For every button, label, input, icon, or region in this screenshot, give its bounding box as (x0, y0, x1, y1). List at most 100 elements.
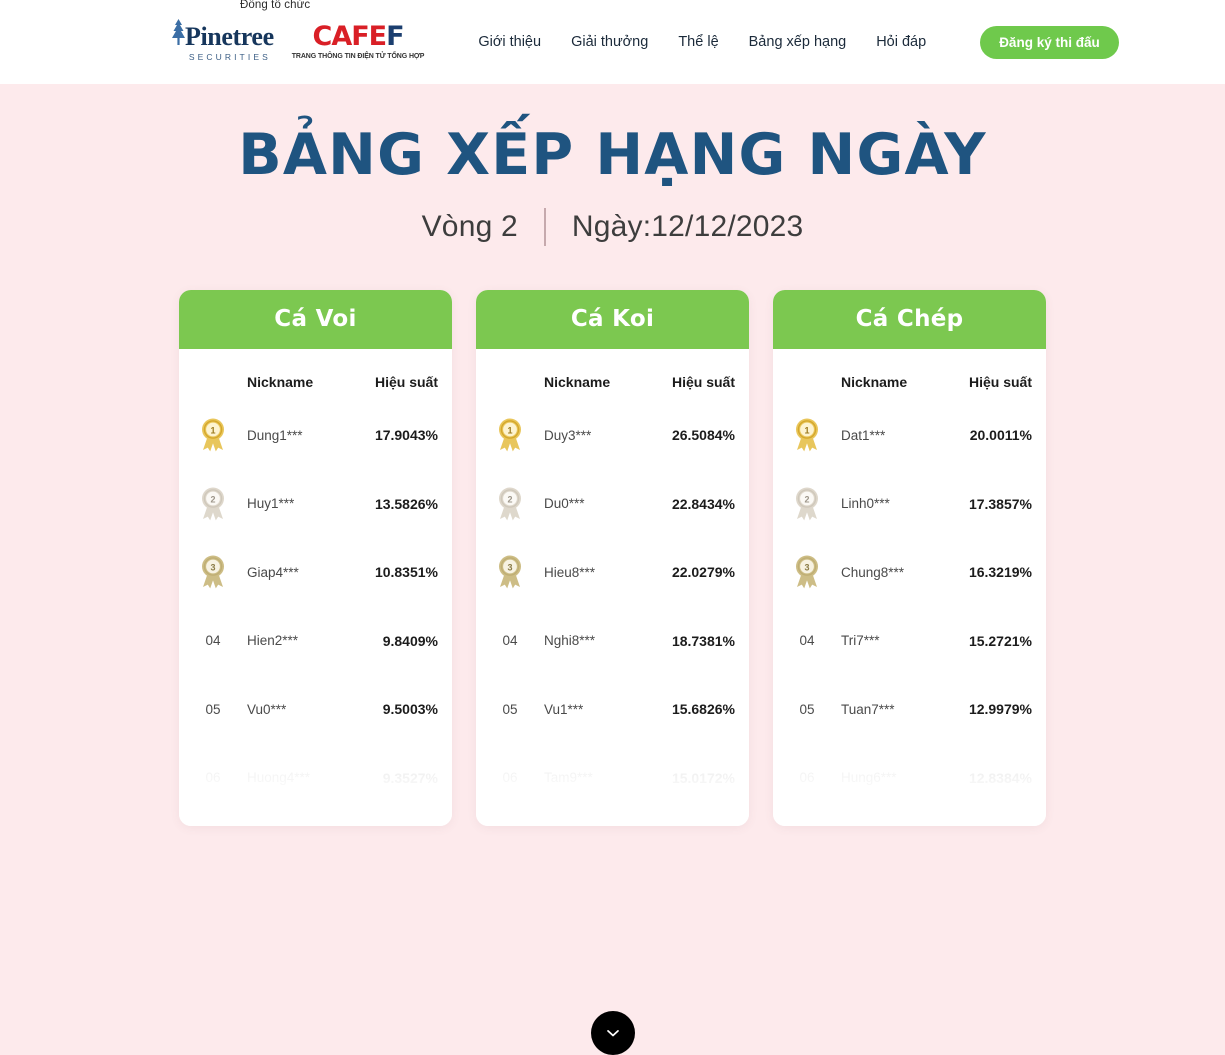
leaderboard-row[interactable]: 06 Huong4*** 9.3527% (179, 743, 452, 812)
leaderboard-row[interactable]: 3 Hieu8*** 22.0279% (476, 538, 749, 607)
leaderboard-row[interactable]: 3 Chung8*** 16.3219% (773, 538, 1046, 607)
column-header-nickname: Nickname (544, 373, 611, 390)
leaderboard-row[interactable]: 05 Vu0*** 9.5003% (179, 675, 452, 744)
nickname-cell: Duy3*** (544, 427, 592, 443)
leaderboard-card-body: Nickname Hiệu suất 1 Dat1*** 20.0011% 2 (773, 349, 1046, 826)
leaderboard-row[interactable]: 04 Tri7*** 15.2721% (773, 606, 1046, 675)
rank-number: 04 (205, 633, 221, 649)
leaderboard-row[interactable]: 06 Hung6*** 12.8384% (773, 743, 1046, 812)
scroll-down-button[interactable] (590, 1010, 635, 1055)
leaderboard-row[interactable]: 05 Vu1*** 15.6826% (476, 675, 749, 744)
svg-text:3: 3 (507, 562, 512, 572)
leaderboard-card-header: Cá Chép (773, 289, 1046, 349)
performance-cell: 10.8351% (374, 564, 438, 581)
rank-cell: 04 (476, 633, 544, 648)
leaderboard-row[interactable]: 2 Huy1*** 13.5826% (179, 469, 452, 538)
rank-cell: 06 (476, 770, 544, 785)
leaderboard-row[interactable]: 04 Nghi8*** 18.7381% (476, 606, 749, 675)
rank-cell: 1 (476, 417, 544, 453)
performance-cell: 22.8434% (671, 495, 735, 512)
bronze-medal-icon: 3 (499, 555, 521, 589)
rank-number: 04 (502, 633, 518, 649)
performance-cell: 12.8384% (968, 769, 1032, 786)
leaderboard-title: Cá Koi (570, 306, 655, 333)
performance-cell: 15.6826% (671, 701, 735, 718)
nickname-cell: Dung1*** (247, 427, 303, 443)
performance-cell: 9.8409% (382, 632, 438, 649)
nickname-cell: Dat1*** (841, 427, 886, 443)
co-organizer-label: Đồng tổ chức (240, 0, 311, 11)
nickname-cell: Chung8*** (841, 564, 905, 580)
leaderboard-columns: Cá Voi Nickname Hiệu suất 1 Dung1*** 17.… (0, 289, 1225, 826)
leaderboard-row[interactable]: 1 Dung1*** 17.9043% (179, 401, 452, 470)
gold-medal-icon: 1 (202, 418, 224, 452)
nickname-cell: Giap4*** (247, 564, 299, 580)
nickname-cell: Hieu8*** (544, 564, 596, 580)
nickname-cell: Huong4*** (247, 770, 311, 786)
performance-cell: 16.3219% (968, 564, 1032, 581)
chevron-down-icon (606, 1029, 619, 1037)
performance-cell: 20.0011% (969, 427, 1032, 444)
leaderboard-row[interactable]: 3 Giap4*** 10.8351% (179, 538, 452, 607)
rank-cell: 3 (773, 554, 841, 590)
leaderboard-card: Cá Chép Nickname Hiệu suất 1 Dat1*** 20.… (773, 289, 1046, 826)
nav-item-the-le[interactable]: Thể lệ (678, 34, 718, 50)
column-header-performance: Hiệu suất (968, 373, 1032, 390)
leaderboard-title: Cá Chép (855, 306, 964, 333)
nav-item-bang-xep-hang[interactable]: Bảng xếp hạng (749, 34, 847, 50)
logo-group: Đồng tổ chức Pinetree SECURITIES CAFE F … (172, 0, 425, 62)
cafef-logo[interactable]: CAFE F TRANG THÔNG TIN ĐIỆN TỬ TỔNG HỢP (292, 23, 425, 61)
rank-number: 06 (205, 770, 221, 786)
page-title: BẢNG XẾP HẠNG NGÀY (238, 122, 987, 188)
column-header-nickname: Nickname (841, 373, 908, 390)
subtitle-divider (543, 207, 546, 246)
performance-cell: 22.0279% (671, 564, 735, 581)
rank-cell: 06 (773, 770, 841, 785)
performance-cell: 15.2721% (968, 632, 1032, 649)
cafef-tagline: TRANG THÔNG TIN ĐIỆN TỬ TỔNG HỢP (291, 53, 425, 60)
svg-text:3: 3 (804, 562, 809, 572)
leaderboard-row[interactable]: 2 Linh0*** 17.3857% (773, 469, 1046, 538)
date-label: Ngày:12/12/2023 (571, 209, 804, 243)
round-label: Vòng 2 (421, 209, 518, 243)
nav-item-gioi-thieu[interactable]: Giới thiệu (478, 34, 541, 50)
leaderboard-row[interactable]: 05 Tuan7*** 12.9979% (773, 675, 1046, 744)
leaderboard-row[interactable]: 06 Tam9*** 15.0172% (476, 743, 749, 812)
cafef-wordmark-navy: F (386, 21, 404, 52)
rank-cell: 2 (773, 486, 841, 522)
leaderboard-row[interactable]: 1 Duy3*** 26.5084% (476, 401, 749, 470)
nickname-cell: Nghi8*** (544, 633, 596, 649)
hero-section: BẢNG XẾP HẠNG NGÀY Vòng 2 Ngày:12/12/202… (0, 84, 1225, 246)
svg-text:2: 2 (210, 494, 215, 504)
rank-cell: 1 (179, 417, 247, 453)
rank-number: 04 (799, 633, 815, 649)
site-header: Đồng tổ chức Pinetree SECURITIES CAFE F … (0, 0, 1225, 84)
leaderboard-row[interactable]: 2 Du0*** 22.8434% (476, 469, 749, 538)
main-navigation: Giới thiệu Giải thưởng Thể lệ Bảng xếp h… (478, 25, 1119, 59)
leaderboard-row[interactable]: 1 Dat1*** 20.0011% (773, 401, 1046, 470)
performance-cell: 9.3527% (382, 769, 438, 786)
column-header-performance: Hiệu suất (374, 373, 438, 390)
performance-cell: 26.5084% (671, 427, 735, 444)
column-header-nickname: Nickname (247, 373, 314, 390)
gold-medal-icon: 1 (796, 418, 818, 452)
leaderboard-title: Cá Voi (274, 306, 357, 333)
nickname-cell: Vu1*** (544, 701, 584, 717)
pinetree-logo[interactable]: Pinetree SECURITIES (172, 18, 274, 62)
nav-item-giai-thuong[interactable]: Giải thưởng (571, 34, 648, 50)
rank-cell: 05 (476, 702, 544, 717)
rank-number: 06 (799, 770, 815, 786)
register-button[interactable]: Đăng ký thi đấu (980, 25, 1119, 59)
leaderboard-row[interactable]: 04 Hien2*** 9.8409% (179, 606, 452, 675)
table-header-row: Nickname Hiệu suất (773, 349, 1046, 401)
rank-number: 05 (205, 701, 221, 717)
nav-item-hoi-dap[interactable]: Hỏi đáp (876, 34, 926, 50)
silver-medal-icon: 2 (796, 487, 818, 520)
svg-text:1: 1 (210, 425, 215, 435)
performance-cell: 17.9043% (374, 427, 438, 444)
rank-number: 05 (502, 701, 518, 717)
nickname-cell: Tam9*** (544, 770, 593, 786)
bronze-medal-icon: 3 (796, 555, 818, 589)
column-header-performance: Hiệu suất (671, 373, 735, 390)
rank-cell: 3 (476, 554, 544, 590)
